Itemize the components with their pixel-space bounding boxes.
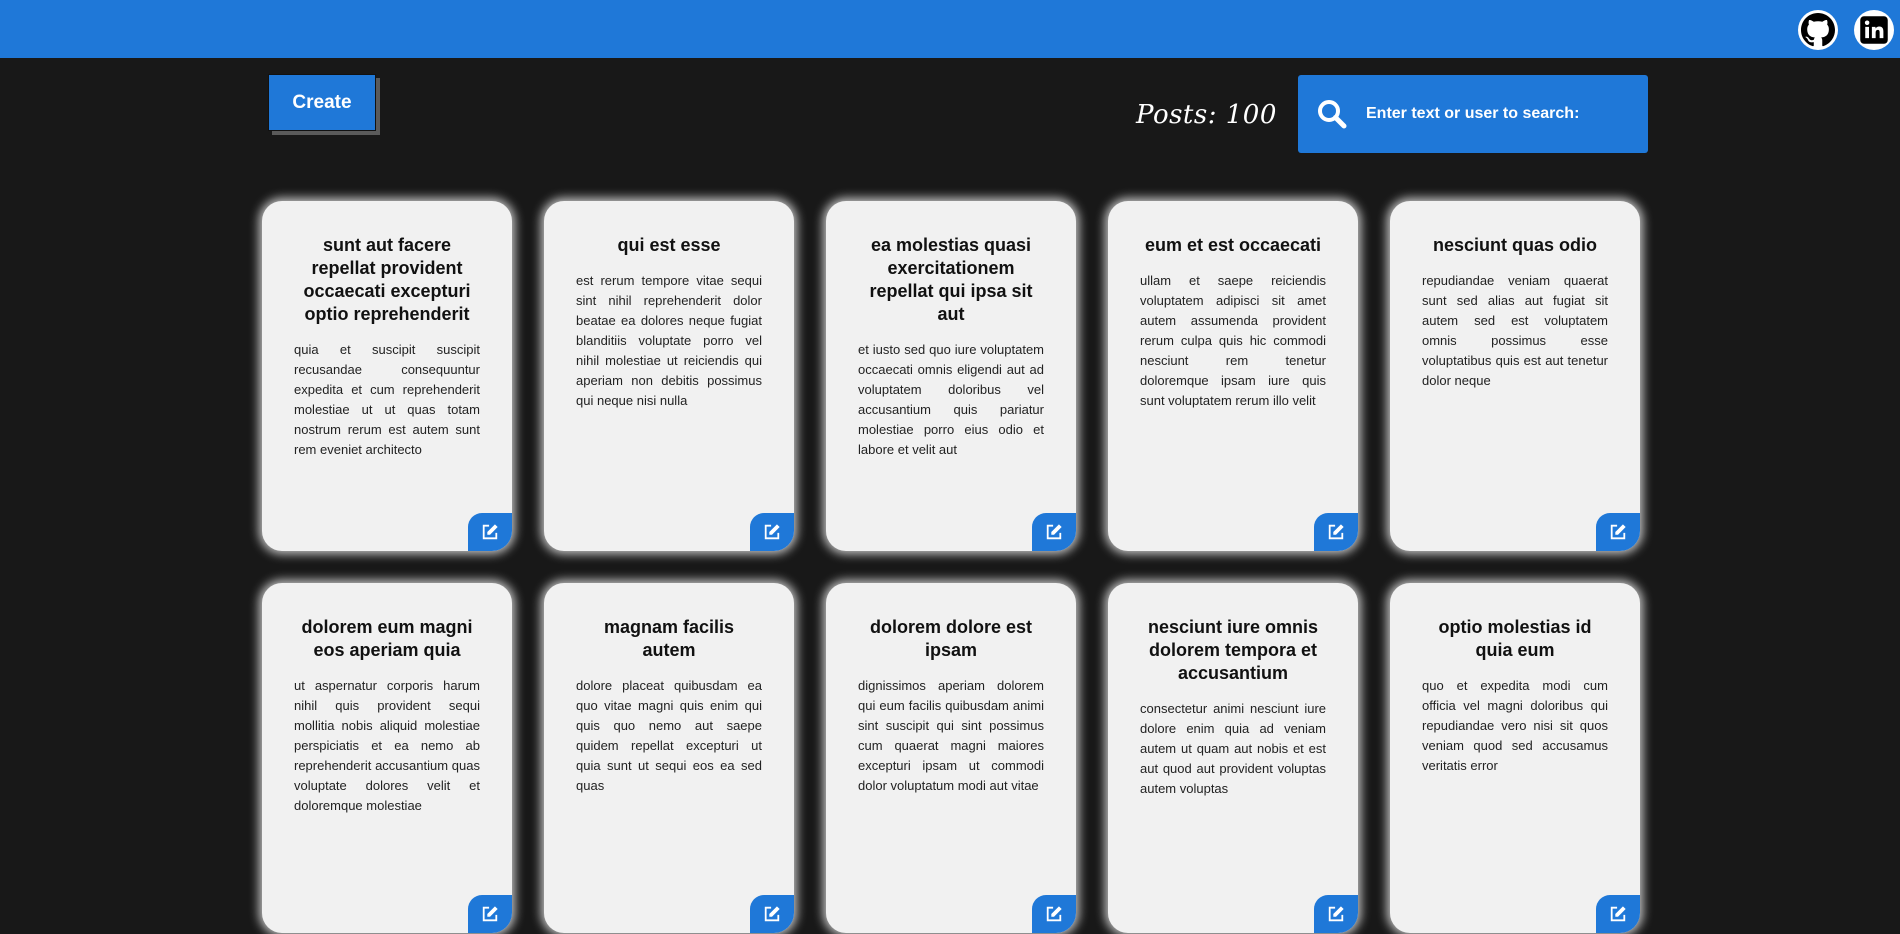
post-body: ut aspernatur corporis harum nihil quis … <box>294 678 480 813</box>
post-title: nesciunt iure omnis dolorem tempora et a… <box>1147 617 1319 683</box>
post-body: consectetur animi nesciunt iure dolore e… <box>1140 701 1326 796</box>
post-title: dolorem eum magni eos aperiam quia <box>301 617 473 660</box>
edit-post-button[interactable] <box>468 513 512 551</box>
edit-post-button[interactable] <box>750 895 794 933</box>
linkedin-icon <box>1860 16 1888 44</box>
edit-post-button[interactable] <box>1314 513 1358 551</box>
posts-grid: sunt aut facere repellat provident occae… <box>262 201 1642 933</box>
search-input[interactable] <box>1360 94 1648 134</box>
post-card: dolorem dolore est ipsam dignissimos ape… <box>826 583 1076 933</box>
post-card: dolorem eum magni eos aperiam quia ut as… <box>262 583 512 933</box>
post-title: qui est esse <box>617 235 721 255</box>
search-box[interactable] <box>1298 75 1648 153</box>
post-body: dolore placeat quibusdam ea quo vitae ma… <box>576 678 762 793</box>
edit-icon <box>764 906 780 922</box>
post-body: dignissimos aperiam dolorem qui eum faci… <box>858 678 1044 793</box>
post-card: optio molestias id quia eum quo et exped… <box>1390 583 1640 933</box>
edit-icon <box>1610 524 1626 540</box>
edit-icon <box>1046 524 1062 540</box>
linkedin-link[interactable] <box>1854 10 1894 50</box>
edit-post-button[interactable] <box>1596 513 1640 551</box>
post-title: optio molestias id quia eum <box>1438 617 1592 660</box>
edit-icon <box>1046 906 1062 922</box>
github-icon <box>1801 13 1835 47</box>
posts-count: Posts: 100 <box>1136 100 1277 130</box>
edit-icon <box>1610 906 1626 922</box>
post-body: quo et expedita modi cum officia vel mag… <box>1422 678 1608 773</box>
create-button[interactable]: Create <box>268 74 376 131</box>
post-title: sunt aut facere repellat provident occae… <box>303 235 471 324</box>
edit-post-button[interactable] <box>1314 895 1358 933</box>
github-link[interactable] <box>1798 10 1838 50</box>
post-body: ullam et saepe reiciendis voluptatem adi… <box>1140 273 1326 408</box>
edit-post-button[interactable] <box>1032 895 1076 933</box>
search-icon[interactable] <box>1314 96 1350 132</box>
edit-icon <box>1328 906 1344 922</box>
post-title: eum et est occaecati <box>1144 235 1322 255</box>
post-card: magnam facilis autem dolore placeat quib… <box>544 583 794 933</box>
post-title: dolorem dolore est ipsam <box>869 617 1033 660</box>
post-body: et iusto sed quo iure voluptatem occaeca… <box>858 342 1044 457</box>
edit-icon <box>1328 524 1344 540</box>
edit-post-button[interactable] <box>750 513 794 551</box>
post-body: repudiandae veniam quaerat sunt sed alia… <box>1422 273 1608 388</box>
post-card: nesciunt quas odio repudiandae veniam qu… <box>1390 201 1640 551</box>
post-title: nesciunt quas odio <box>1432 235 1597 255</box>
top-bar <box>0 0 1900 58</box>
post-card: eum et est occaecati ullam et saepe reic… <box>1108 201 1358 551</box>
post-card: sunt aut facere repellat provident occae… <box>262 201 512 551</box>
edit-post-button[interactable] <box>468 895 512 933</box>
edit-post-button[interactable] <box>1032 513 1076 551</box>
post-title: ea molestias quasi exercitationem repell… <box>869 235 1033 324</box>
post-body: quia et suscipit suscipit recusandae con… <box>294 342 480 457</box>
post-card: qui est esse est rerum tempore vitae seq… <box>544 201 794 551</box>
edit-icon <box>482 524 498 540</box>
edit-icon <box>482 906 498 922</box>
post-title: magnam facilis autem <box>603 617 735 660</box>
edit-icon <box>764 524 780 540</box>
edit-post-button[interactable] <box>1596 895 1640 933</box>
post-body: est rerum tempore vitae sequi sint nihil… <box>576 273 762 408</box>
post-card: nesciunt iure omnis dolorem tempora et a… <box>1108 583 1358 933</box>
post-card: ea molestias quasi exercitationem repell… <box>826 201 1076 551</box>
